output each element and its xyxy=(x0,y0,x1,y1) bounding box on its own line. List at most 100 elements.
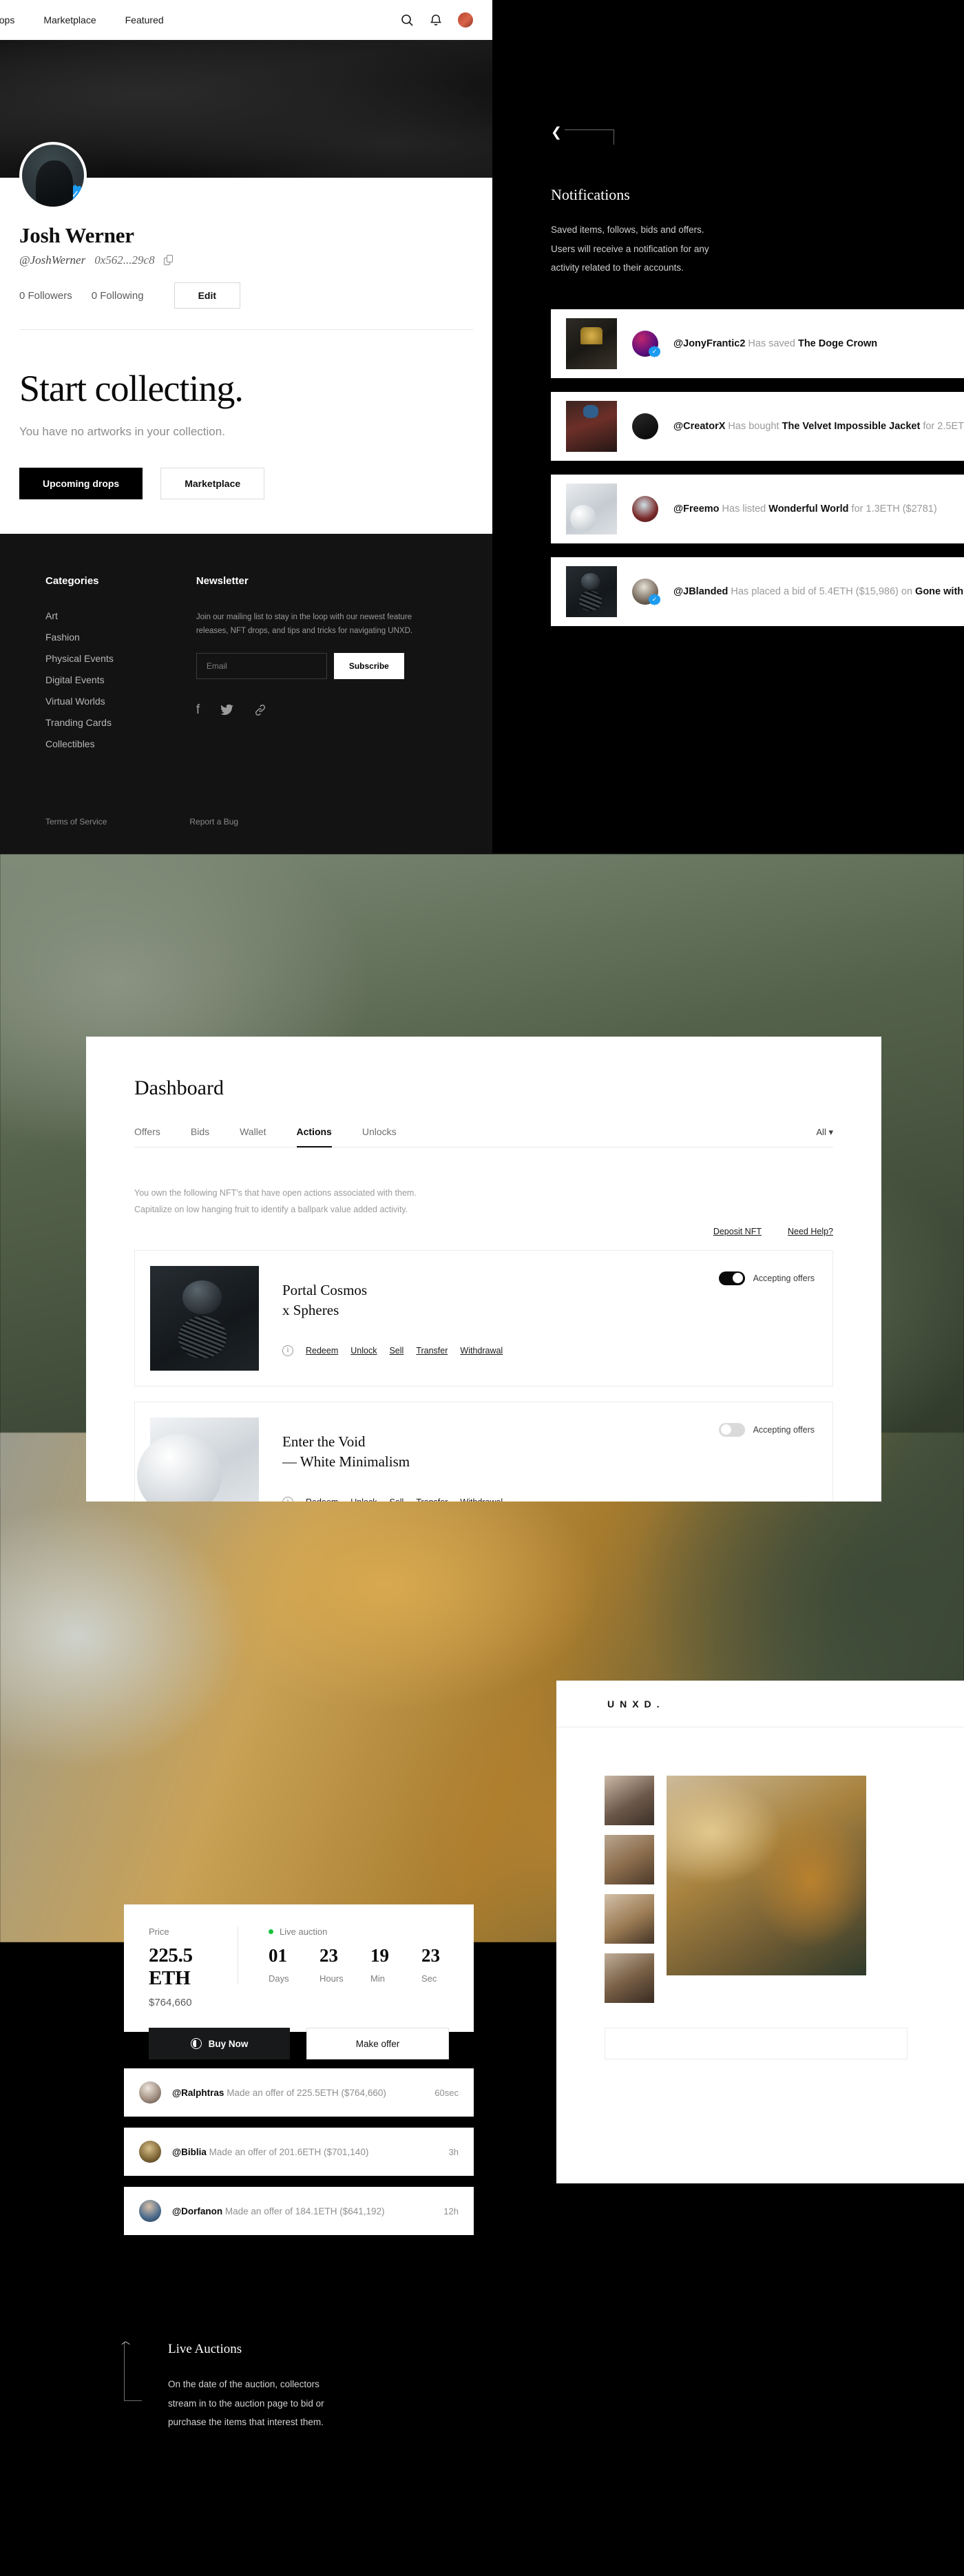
countdown-sec-label: Sec xyxy=(421,1973,437,1984)
offer-text: @Dorfanon Made an offer of 184.1ETH ($64… xyxy=(172,2206,385,2216)
profile-avatar[interactable]: ✓ xyxy=(19,142,87,209)
nft-title-line-1: Portal Cosmos xyxy=(282,1281,368,1298)
facebook-icon[interactable]: f xyxy=(196,703,200,718)
nft-detail: Portal Cosmos x Spheres i Redeem Unlock … xyxy=(282,1280,503,1356)
tab-wallet[interactable]: Wallet xyxy=(240,1126,266,1147)
nav-links: Drops Marketplace Featured xyxy=(0,14,164,25)
divider xyxy=(19,329,473,330)
action-redeem[interactable]: Redeem xyxy=(306,1346,338,1355)
site-footer: Categories Art Fashion Physical Events D… xyxy=(0,534,492,854)
footer-newsletter-column: Newsletter Join our mailing list to stay… xyxy=(196,575,423,749)
buy-now-button[interactable]: Buy Now xyxy=(149,2028,290,2059)
nft-action-links: i Redeem Unlock Sell Transfer Withdrawal xyxy=(282,1496,503,1502)
action-transfer[interactable]: Transfer xyxy=(416,1497,448,1502)
unxd-thumbnail[interactable] xyxy=(605,1894,654,1944)
action-sell[interactable]: Sell xyxy=(389,1346,404,1355)
offer-avatar xyxy=(139,2141,161,2163)
unxd-thumbnail[interactable] xyxy=(605,1835,654,1884)
footer-link-digital-events[interactable]: Digital Events xyxy=(45,674,114,685)
info-icon[interactable]: i xyxy=(282,1496,293,1502)
avatar[interactable] xyxy=(458,12,473,28)
upcoming-drops-button[interactable]: Upcoming drops xyxy=(19,468,143,499)
tab-bids[interactable]: Bids xyxy=(191,1126,209,1147)
nft-action-links: i Redeem Unlock Sell Transfer Withdrawal xyxy=(282,1344,503,1356)
countdown-days-label: Days xyxy=(269,1973,289,1984)
footer-link-fashion[interactable]: Fashion xyxy=(45,632,114,643)
nav-item-featured[interactable]: Featured xyxy=(125,14,164,25)
info-icon[interactable]: i xyxy=(282,1344,293,1356)
terms-of-service-link[interactable]: Terms of Service xyxy=(45,817,107,827)
search-icon[interactable] xyxy=(400,13,414,27)
back-button[interactable]: ❮ xyxy=(551,124,964,154)
notifications-description: Saved items, follows, bids and offers. U… xyxy=(551,225,709,273)
footer-link-art[interactable]: Art xyxy=(45,610,114,621)
footer-categories-column: Categories Art Fashion Physical Events D… xyxy=(45,575,114,749)
offer-text: @Biblia Made an offer of 201.6ETH ($701,… xyxy=(172,2147,368,2157)
footer-link-collectibles[interactable]: Collectibles xyxy=(45,738,114,749)
table-row[interactable]: Portal Cosmos x Spheres i Redeem Unlock … xyxy=(134,1249,833,1386)
newsletter-email-input[interactable] xyxy=(196,653,327,680)
deposit-nft-link[interactable]: Deposit NFT xyxy=(713,1227,762,1236)
footer-link-physical-events[interactable]: Physical Events xyxy=(45,653,114,664)
notification-subject: Wonderful World xyxy=(768,503,849,515)
table-row[interactable]: Enter the Void — White Minimalism i Rede… xyxy=(134,1401,833,1502)
buy-now-label: Buy Now xyxy=(208,2038,249,2049)
auction-block: Live auction 01 Days 23 Hours 19 Min 23 … xyxy=(238,1926,449,1984)
notification-text: @CreatorX Has bought The Velvet Impossib… xyxy=(673,421,964,432)
report-bug-link[interactable]: Report a Bug xyxy=(189,817,238,827)
need-help-link[interactable]: Need Help? xyxy=(788,1227,833,1236)
action-unlock[interactable]: Unlock xyxy=(350,1346,377,1355)
unxd-thumbnail[interactable] xyxy=(605,1953,654,2003)
notification-item[interactable]: @Freemo Has listed Wonderful World for 1… xyxy=(551,475,964,544)
filter-dropdown[interactable]: All ▾ xyxy=(816,1127,833,1147)
action-redeem[interactable]: Redeem xyxy=(306,1497,338,1502)
newsletter-subscribe-button[interactable]: Subscribe xyxy=(333,653,404,680)
notification-subject: Gone with the Wind xyxy=(915,586,964,598)
countdown-sec-value: 23 xyxy=(421,1945,440,1966)
link-icon[interactable] xyxy=(254,704,266,716)
offer-timestamp: 3h xyxy=(448,2146,459,2157)
notification-item[interactable]: ✓ @JBlanded Has placed a bid of 5.4ETH (… xyxy=(551,557,964,627)
notifications-title: Notifications xyxy=(551,186,630,203)
copy-icon[interactable] xyxy=(163,255,174,266)
tab-unlocks[interactable]: Unlocks xyxy=(362,1126,397,1147)
countdown-hours-label: Hours xyxy=(319,1973,344,1984)
notification-thumbnail xyxy=(566,401,617,453)
accepting-offers-toggle[interactable] xyxy=(718,1271,745,1285)
notification-item[interactable]: ✓ @JonyFrantic2 Has saved The Doge Crown xyxy=(551,309,964,379)
nav-item-marketplace[interactable]: Marketplace xyxy=(43,14,96,25)
nav-item-drops[interactable]: Drops xyxy=(0,14,14,25)
bell-icon[interactable] xyxy=(429,13,443,27)
make-offer-button[interactable]: Make offer xyxy=(306,2028,449,2059)
action-unlock[interactable]: Unlock xyxy=(350,1497,377,1502)
list-item[interactable]: @Biblia Made an offer of 201.6ETH ($701,… xyxy=(124,2128,474,2176)
marketplace-button[interactable]: Marketplace xyxy=(160,468,265,499)
edit-profile-button[interactable]: Edit xyxy=(174,282,241,309)
action-transfer[interactable]: Transfer xyxy=(416,1346,448,1355)
action-withdrawal[interactable]: Withdrawal xyxy=(460,1497,503,1502)
live-auction-status: Live auction xyxy=(269,1926,449,1937)
tab-offers[interactable]: Offers xyxy=(134,1126,160,1147)
action-sell[interactable]: Sell xyxy=(389,1497,404,1502)
list-item[interactable]: @Dorfanon Made an offer of 184.1ETH ($64… xyxy=(124,2187,474,2235)
footer-link-virtual-worlds[interactable]: Virtual Worlds xyxy=(45,696,114,707)
empty-state-actions: Upcoming drops Marketplace xyxy=(19,468,473,499)
twitter-icon[interactable] xyxy=(220,705,234,716)
accepting-offers-toggle[interactable] xyxy=(718,1422,745,1437)
unxd-logo[interactable]: UNXD. xyxy=(607,1699,665,1710)
dashboard-card: Dashboard Offers Bids Wallet Actions Unl… xyxy=(86,1037,881,1502)
dashboard-note: You own the following NFT's that have op… xyxy=(134,1185,833,1218)
back-rule xyxy=(564,129,614,145)
list-item[interactable]: @Ralphtras Made an offer of 225.5ETH ($7… xyxy=(124,2068,474,2117)
footer-link-tranding-cards[interactable]: Tranding Cards xyxy=(45,717,114,728)
offer-detail: Made an offer of 225.5ETH ($764,660) xyxy=(224,2087,386,2098)
tab-actions[interactable]: Actions xyxy=(296,1126,332,1147)
notification-item[interactable]: @CreatorX Has bought The Velvet Impossib… xyxy=(551,392,964,461)
unxd-thumbnail[interactable] xyxy=(605,1776,654,1825)
action-withdrawal[interactable]: Withdrawal xyxy=(460,1346,503,1355)
notification-text: @JonyFrantic2 Has saved The Doge Crown xyxy=(673,338,877,349)
offer-user: @Ralphtras xyxy=(172,2087,224,2098)
accepting-offers-group: Accepting offers xyxy=(718,1271,815,1285)
nft-title: Portal Cosmos x Spheres xyxy=(282,1280,503,1320)
verified-badge-icon: ✓ xyxy=(649,594,660,606)
